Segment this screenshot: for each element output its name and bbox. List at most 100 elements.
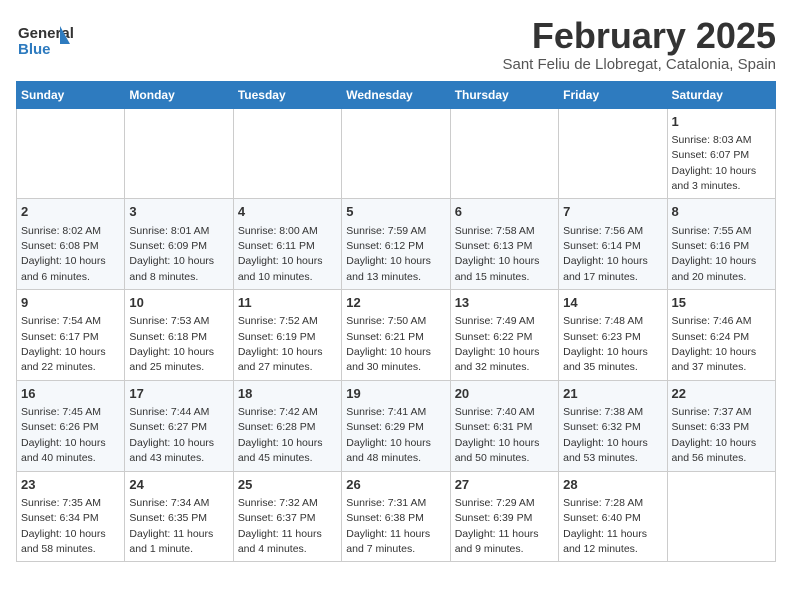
calendar-day-cell: 25 Sunrise: 7:32 AM Sunset: 6:37 PM Dayli… — [233, 471, 341, 562]
day-info: Sunrise: 7:32 AM Sunset: 6:37 PM Dayligh… — [238, 497, 322, 555]
day-info: Sunrise: 7:54 AM Sunset: 6:17 PM Dayligh… — [21, 315, 106, 373]
column-header-saturday: Saturday — [667, 81, 775, 108]
calendar-day-cell: 3 Sunrise: 8:01 AM Sunset: 6:09 PM Daylig… — [125, 199, 233, 290]
day-info: Sunrise: 8:02 AM Sunset: 6:08 PM Dayligh… — [21, 225, 106, 283]
day-info: Sunrise: 7:38 AM Sunset: 6:32 PM Dayligh… — [563, 406, 648, 464]
day-info: Sunrise: 7:48 AM Sunset: 6:23 PM Dayligh… — [563, 315, 648, 373]
svg-text:Blue: Blue — [18, 41, 51, 58]
day-number: 17 — [129, 385, 228, 403]
day-number: 1 — [672, 113, 771, 131]
calendar-week-row: 23 Sunrise: 7:35 AM Sunset: 6:34 PM Dayli… — [17, 471, 776, 562]
day-info: Sunrise: 7:42 AM Sunset: 6:28 PM Dayligh… — [238, 406, 323, 464]
calendar-day-cell: 18 Sunrise: 7:42 AM Sunset: 6:28 PM Dayli… — [233, 380, 341, 471]
calendar-day-cell: 26 Sunrise: 7:31 AM Sunset: 6:38 PM Dayli… — [342, 471, 450, 562]
calendar-day-cell: 19Sunrise: 7:41 AM Sunset: 6:29 PM Dayli… — [342, 380, 450, 471]
day-info: Sunrise: 7:46 AM Sunset: 6:24 PM Dayligh… — [672, 315, 757, 373]
day-info: Sunrise: 7:41 AM Sunset: 6:29 PM Dayligh… — [346, 406, 431, 464]
day-info: Sunrise: 8:00 AM Sunset: 6:11 PM Dayligh… — [238, 225, 323, 283]
calendar-day-cell: 14 Sunrise: 7:48 AM Sunset: 6:23 PM Dayli… — [559, 290, 667, 381]
calendar-day-cell: 16 Sunrise: 7:45 AM Sunset: 6:26 PM Dayli… — [17, 380, 125, 471]
day-info: Sunrise: 7:45 AM Sunset: 6:26 PM Dayligh… — [21, 406, 106, 464]
calendar-day-cell: 2 Sunrise: 8:02 AM Sunset: 6:08 PM Daylig… — [17, 199, 125, 290]
day-info: Sunrise: 8:03 AM Sunset: 6:07 PM Dayligh… — [672, 134, 757, 192]
calendar-table: SundayMondayTuesdayWednesdayThursdayFrid… — [16, 81, 776, 563]
day-info: Sunrise: 7:53 AM Sunset: 6:18 PM Dayligh… — [129, 315, 214, 373]
calendar-day-cell: 17 Sunrise: 7:44 AM Sunset: 6:27 PM Dayli… — [125, 380, 233, 471]
calendar-day-cell — [450, 108, 558, 199]
calendar-day-cell: 5Sunrise: 7:59 AM Sunset: 6:12 PM Daylig… — [342, 199, 450, 290]
day-info: Sunrise: 7:37 AM Sunset: 6:33 PM Dayligh… — [672, 406, 757, 464]
day-info: Sunrise: 7:40 AM Sunset: 6:31 PM Dayligh… — [455, 406, 540, 464]
day-number: 5 — [346, 203, 445, 221]
day-number: 24 — [129, 476, 228, 494]
day-number: 26 — [346, 476, 445, 494]
day-info: Sunrise: 7:44 AM Sunset: 6:27 PM Dayligh… — [129, 406, 214, 464]
day-info: Sunrise: 7:34 AM Sunset: 6:35 PM Dayligh… — [129, 497, 213, 555]
calendar-day-cell: 27 Sunrise: 7:29 AM Sunset: 6:39 PM Dayli… — [450, 471, 558, 562]
day-number: 12 — [346, 294, 445, 312]
day-info: Sunrise: 7:50 AM Sunset: 6:21 PM Dayligh… — [346, 315, 431, 373]
calendar-day-cell: 22 Sunrise: 7:37 AM Sunset: 6:33 PM Dayli… — [667, 380, 775, 471]
calendar-day-cell: 8 Sunrise: 7:55 AM Sunset: 6:16 PM Daylig… — [667, 199, 775, 290]
day-info: Sunrise: 7:31 AM Sunset: 6:38 PM Dayligh… — [346, 497, 430, 555]
calendar-day-cell: 9 Sunrise: 7:54 AM Sunset: 6:17 PM Daylig… — [17, 290, 125, 381]
calendar-day-cell — [17, 108, 125, 199]
column-header-monday: Monday — [125, 81, 233, 108]
day-info: Sunrise: 7:49 AM Sunset: 6:22 PM Dayligh… — [455, 315, 540, 373]
calendar-header-row: SundayMondayTuesdayWednesdayThursdayFrid… — [17, 81, 776, 108]
day-number: 3 — [129, 203, 228, 221]
calendar-day-cell — [667, 471, 775, 562]
calendar-day-cell: 20 Sunrise: 7:40 AM Sunset: 6:31 PM Dayli… — [450, 380, 558, 471]
day-number: 18 — [238, 385, 337, 403]
day-number: 4 — [238, 203, 337, 221]
day-info: Sunrise: 7:55 AM Sunset: 6:16 PM Dayligh… — [672, 225, 757, 283]
calendar-day-cell — [233, 108, 341, 199]
calendar-day-cell: 7Sunrise: 7:56 AM Sunset: 6:14 PM Daylig… — [559, 199, 667, 290]
calendar-day-cell: 12 Sunrise: 7:50 AM Sunset: 6:21 PM Dayli… — [342, 290, 450, 381]
column-header-thursday: Thursday — [450, 81, 558, 108]
calendar-week-row: 1 Sunrise: 8:03 AM Sunset: 6:07 PM Daylig… — [17, 108, 776, 199]
title-block: February 2025 Sant Feliu de Llobregat, C… — [502, 16, 776, 73]
day-number: 27 — [455, 476, 554, 494]
day-number: 21 — [563, 385, 662, 403]
day-number: 2 — [21, 203, 120, 221]
day-info: Sunrise: 7:28 AM Sunset: 6:40 PM Dayligh… — [563, 497, 647, 555]
calendar-day-cell: 4 Sunrise: 8:00 AM Sunset: 6:11 PM Daylig… — [233, 199, 341, 290]
calendar-day-cell: 15 Sunrise: 7:46 AM Sunset: 6:24 PM Dayli… — [667, 290, 775, 381]
day-info: Sunrise: 7:52 AM Sunset: 6:19 PM Dayligh… — [238, 315, 323, 373]
calendar-day-cell: 23 Sunrise: 7:35 AM Sunset: 6:34 PM Dayli… — [17, 471, 125, 562]
day-number: 14 — [563, 294, 662, 312]
column-header-tuesday: Tuesday — [233, 81, 341, 108]
day-number: 9 — [21, 294, 120, 312]
day-info: Sunrise: 8:01 AM Sunset: 6:09 PM Dayligh… — [129, 225, 214, 283]
day-number: 6 — [455, 203, 554, 221]
day-number: 10 — [129, 294, 228, 312]
day-number: 20 — [455, 385, 554, 403]
month-title: February 2025 — [502, 16, 776, 56]
day-number: 23 — [21, 476, 120, 494]
column-header-wednesday: Wednesday — [342, 81, 450, 108]
day-number: 15 — [672, 294, 771, 312]
day-number: 28 — [563, 476, 662, 494]
day-number: 16 — [21, 385, 120, 403]
logo: General Blue — [16, 16, 74, 64]
day-info: Sunrise: 7:58 AM Sunset: 6:13 PM Dayligh… — [455, 225, 540, 283]
column-header-friday: Friday — [559, 81, 667, 108]
calendar-day-cell — [342, 108, 450, 199]
calendar-day-cell: 21 Sunrise: 7:38 AM Sunset: 6:32 PM Dayli… — [559, 380, 667, 471]
calendar-day-cell: 11 Sunrise: 7:52 AM Sunset: 6:19 PM Dayli… — [233, 290, 341, 381]
calendar-day-cell: 24 Sunrise: 7:34 AM Sunset: 6:35 PM Dayli… — [125, 471, 233, 562]
day-number: 8 — [672, 203, 771, 221]
day-number: 11 — [238, 294, 337, 312]
day-info: Sunrise: 7:56 AM Sunset: 6:14 PM Dayligh… — [563, 225, 648, 283]
day-info: Sunrise: 7:29 AM Sunset: 6:39 PM Dayligh… — [455, 497, 539, 555]
location-subtitle: Sant Feliu de Llobregat, Catalonia, Spai… — [502, 56, 776, 73]
calendar-day-cell: 10 Sunrise: 7:53 AM Sunset: 6:18 PM Dayli… — [125, 290, 233, 381]
day-info: Sunrise: 7:35 AM Sunset: 6:34 PM Dayligh… — [21, 497, 106, 555]
calendar-week-row: 16 Sunrise: 7:45 AM Sunset: 6:26 PM Dayli… — [17, 380, 776, 471]
day-number: 25 — [238, 476, 337, 494]
day-number: 22 — [672, 385, 771, 403]
calendar-day-cell: 28 Sunrise: 7:28 AM Sunset: 6:40 PM Dayli… — [559, 471, 667, 562]
calendar-day-cell — [559, 108, 667, 199]
calendar-day-cell: 1 Sunrise: 8:03 AM Sunset: 6:07 PM Daylig… — [667, 108, 775, 199]
